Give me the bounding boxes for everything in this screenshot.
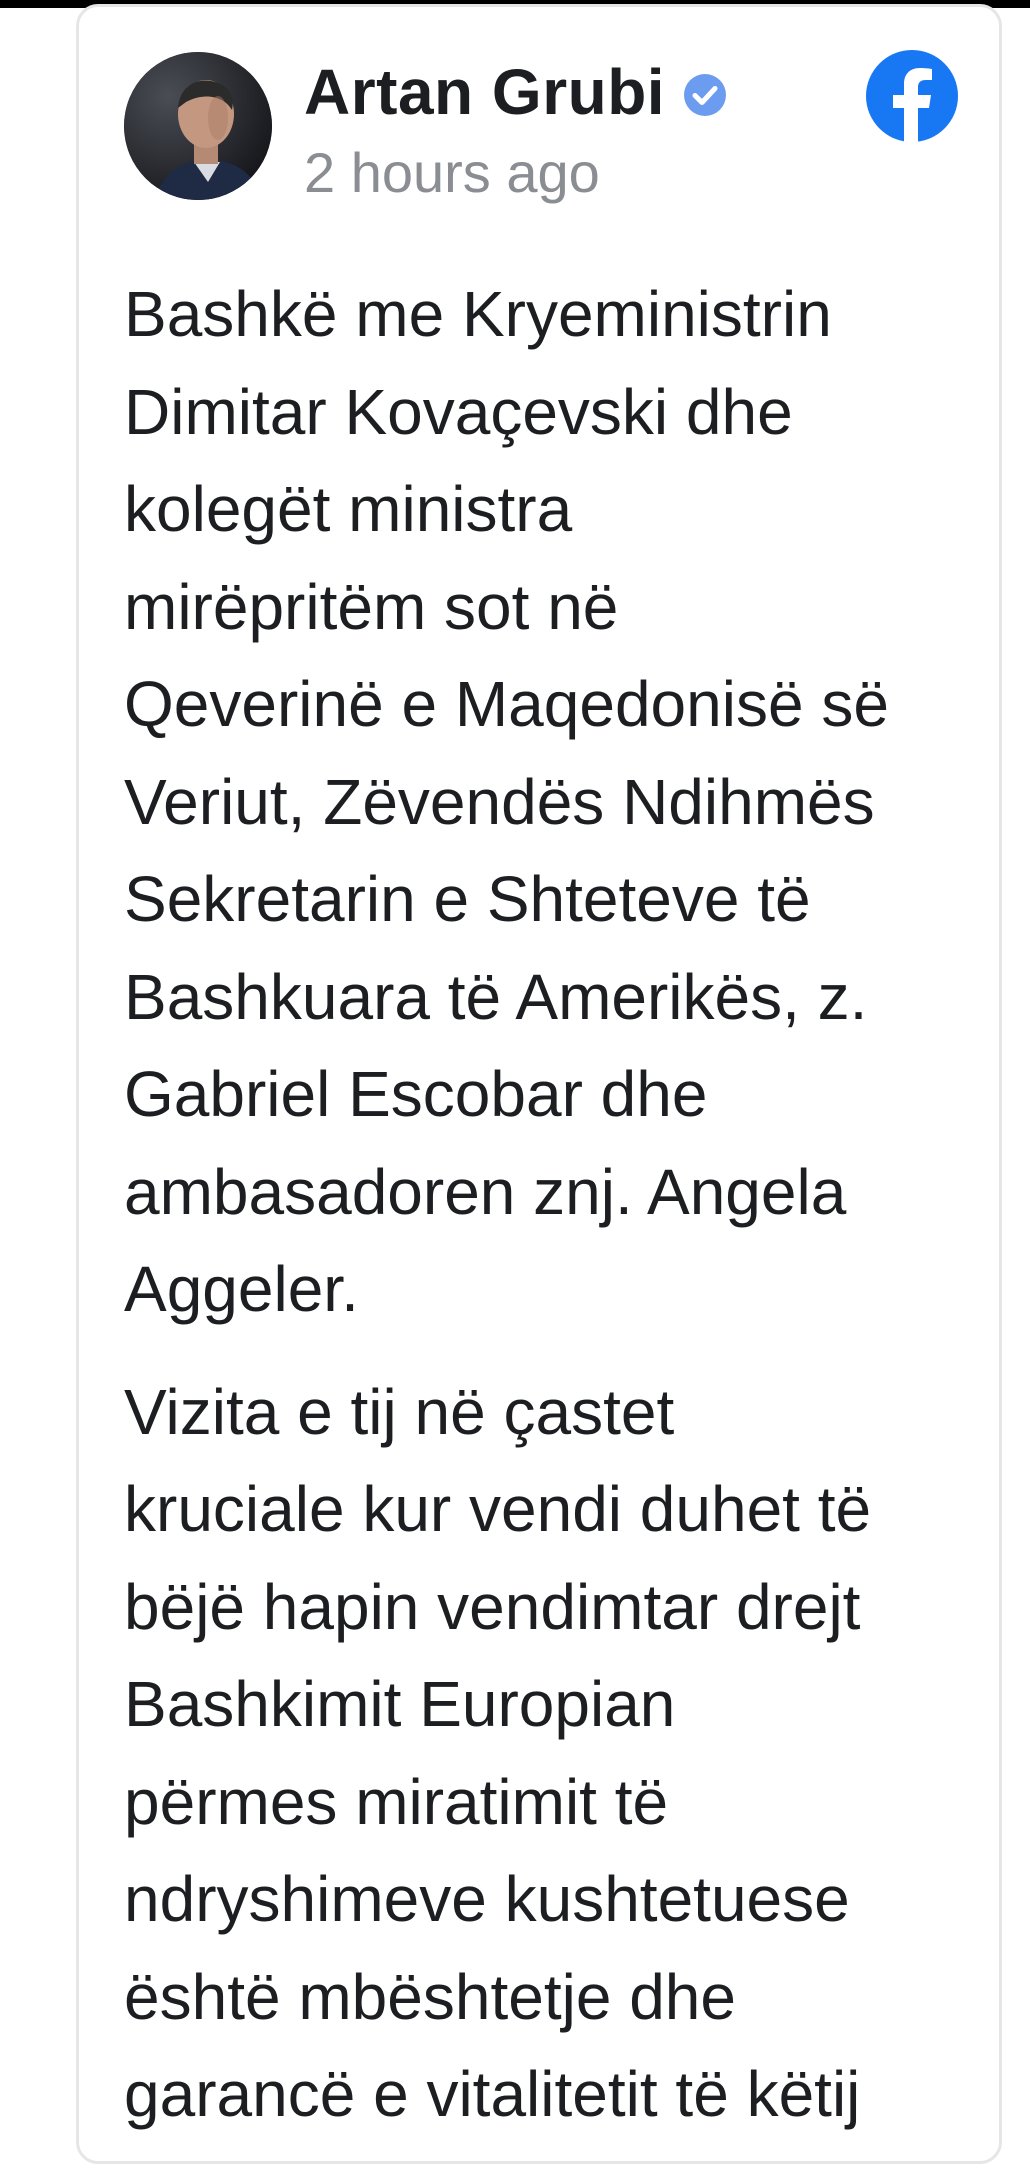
- post-timestamp[interactable]: 2 hours ago: [304, 140, 600, 205]
- post-text-line: kruciale kur vendi duhet të: [124, 1473, 872, 1545]
- post-text-line: është mbështetje dhe: [124, 1960, 736, 2033]
- post-text-line: Veriut, Zëvendës Ndihmës: [124, 765, 875, 838]
- post-text-line: Bashkuara të Amerikës, z.: [124, 960, 868, 1033]
- author-name[interactable]: Artan Grubi: [304, 55, 665, 129]
- post-text-line: Bashkimit Europian: [124, 1668, 676, 1740]
- avatar[interactable]: [124, 52, 272, 200]
- post-text-line: Qeverinë e Maqedonisë së: [124, 668, 889, 740]
- post-paragraph: Vizita e tij në çastet kruciale kur vend…: [124, 1364, 974, 2144]
- post-text-line: ndryshimeve kushtetuese: [124, 1863, 850, 1935]
- post-text-line: përmes miratimit të: [124, 1765, 669, 1838]
- verified-badge-icon: [683, 73, 727, 117]
- post-paragraph: Bashkë me Kryeministrin Dimitar Kovaçevs…: [124, 266, 974, 1339]
- post-text-line: ambasadoren znj. Angela: [124, 1155, 847, 1228]
- post-text-line: Vizita e tij në çastet: [124, 1375, 675, 1448]
- post-text: Bashkë me Kryeministrin Dimitar Kovaçevs…: [124, 266, 974, 2169]
- facebook-logo-icon[interactable]: [866, 50, 958, 142]
- post-text-line: mirëpritëm sot në: [124, 570, 619, 643]
- avatar-image: [124, 52, 272, 200]
- author-row: Artan Grubi: [304, 52, 727, 132]
- post-text-line: kolegët ministra: [124, 473, 573, 545]
- post-text-line: Bashkë me Kryeministrin: [124, 278, 832, 350]
- post-text-line: Sekretarin e Shteteve të: [124, 863, 811, 935]
- post-text-line: Gabriel Escobar dhe: [124, 1058, 708, 1130]
- post-text-line: Dimitar Kovaçevski dhe: [124, 375, 793, 448]
- post-text-line: garancë e vitalitetit të këtij: [124, 2058, 861, 2130]
- post-text-line: bëjë hapin vendimtar drejt: [124, 1570, 861, 1643]
- post-text-line: Aggeler.: [124, 1253, 359, 1325]
